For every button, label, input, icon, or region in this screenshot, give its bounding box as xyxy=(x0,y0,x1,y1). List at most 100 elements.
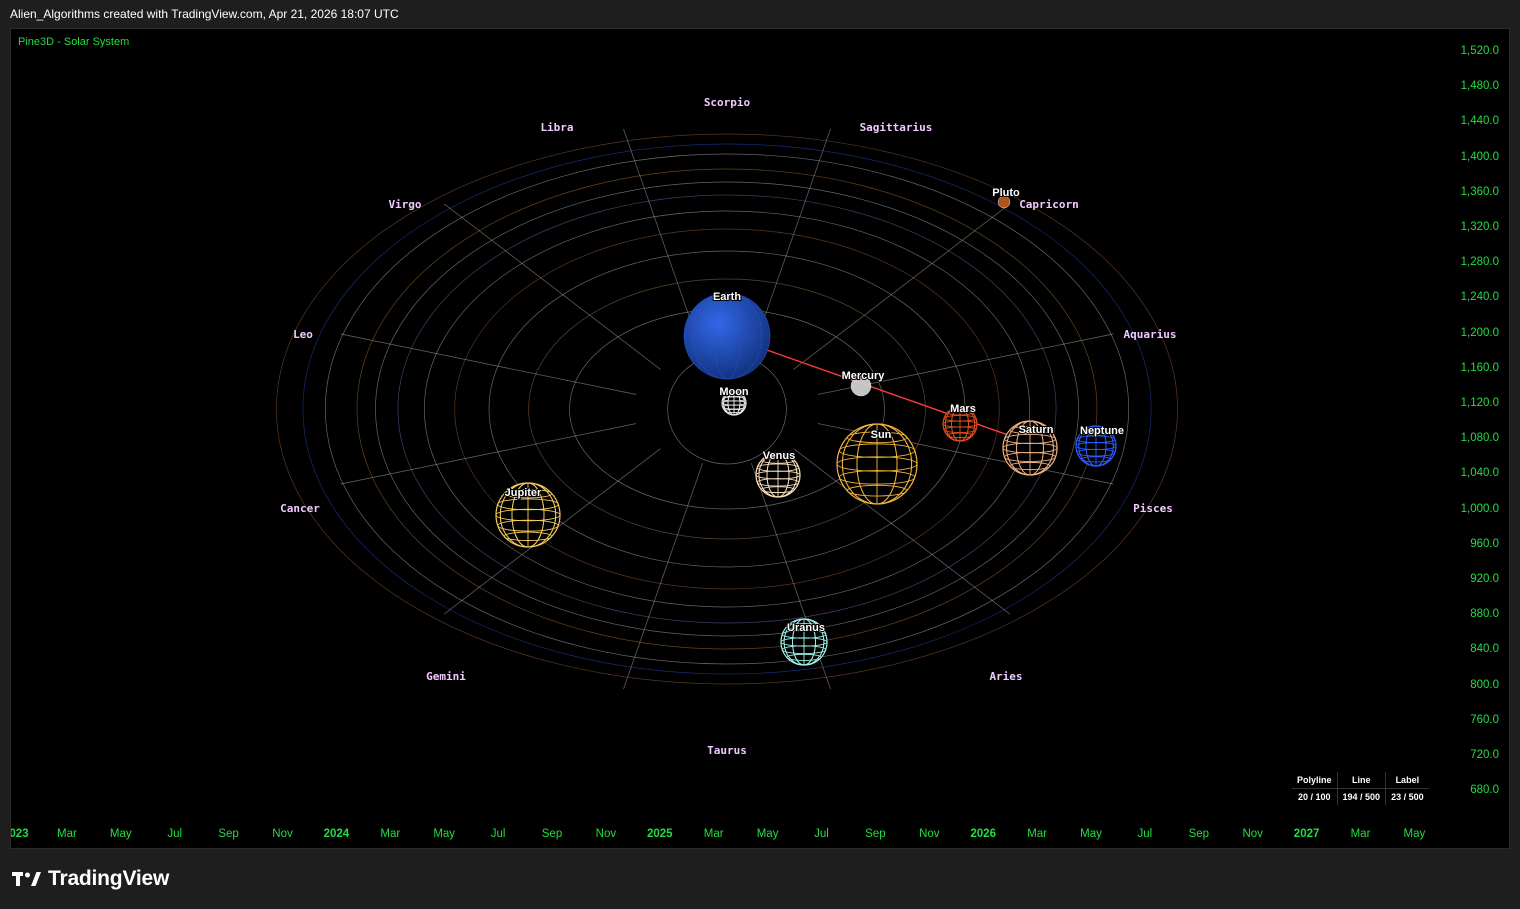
zodiac-label: Aries xyxy=(989,670,1022,683)
planet-body xyxy=(684,293,770,379)
planet-venus[interactable]: Venus xyxy=(755,449,801,498)
stats-header: Label xyxy=(1385,772,1429,789)
planet-label: Moon xyxy=(719,386,749,398)
zodiac-label: Leo xyxy=(293,328,313,341)
price-tick: 960.0 xyxy=(1470,537,1499,550)
price-tick: 880.0 xyxy=(1470,608,1499,621)
time-tick: Mar xyxy=(380,828,401,840)
price-tick: 1,280.0 xyxy=(1460,256,1499,269)
planet-pluto[interactable]: Pluto xyxy=(991,186,1021,209)
footer: TradingView xyxy=(0,849,1520,909)
planet-label: Earth xyxy=(713,291,741,303)
price-tick: 1,440.0 xyxy=(1460,115,1499,128)
snapshot-caption: Alien_Algorithms created with TradingVie… xyxy=(10,7,399,21)
zodiac-label: Pisces xyxy=(1133,502,1173,515)
zodiac-label: Taurus xyxy=(707,744,747,757)
stats-value: 23 / 500 xyxy=(1385,788,1429,805)
time-tick: 2024 xyxy=(323,828,350,840)
time-tick: Jul xyxy=(490,828,506,840)
planet-neptune[interactable]: Neptune xyxy=(1075,424,1125,467)
time-tick: Mar xyxy=(1027,828,1047,840)
time-tick: Nov xyxy=(595,828,617,840)
zodiac-label: Libra xyxy=(540,121,573,134)
zodiac-spoke xyxy=(340,333,637,395)
time-tick: Sep xyxy=(1188,828,1210,840)
stats-value: 194 / 500 xyxy=(1336,788,1386,805)
object-usage-table: Polyline Line Label 20 / 100 194 / 500 23 / … xyxy=(1292,772,1429,805)
planet-earth[interactable]: Earth xyxy=(683,290,771,380)
planet-moon[interactable]: Moon xyxy=(718,385,750,416)
time-tick: Nov xyxy=(272,828,293,840)
price-tick: 1,160.0 xyxy=(1460,361,1499,374)
zodiac-label: Sagittarius xyxy=(860,121,933,134)
tradingview-logo[interactable]: TradingView xyxy=(12,867,169,891)
price-tick: 1,320.0 xyxy=(1460,221,1499,233)
zodiac-spoke xyxy=(443,203,661,370)
time-tick: Jul xyxy=(1137,828,1153,840)
celestial-bodies: Earth Moon Mercury Mars Pluto Saturn Neptune Ve… xyxy=(495,186,1125,666)
time-tick: 2025 xyxy=(647,828,673,840)
zodiac-label: Gemini xyxy=(426,670,466,683)
time-tick: Sep xyxy=(865,828,886,840)
time-tick: May xyxy=(1080,828,1102,840)
time-tick: Mar xyxy=(703,828,724,840)
price-tick: 1,400.0 xyxy=(1460,150,1499,163)
time-tick: May xyxy=(433,828,456,840)
price-tick: 840.0 xyxy=(1470,643,1499,656)
price-axis[interactable]: 1,520.0 1,480.0 1,440.0 1,400.0 1,360.0 1,320… xyxy=(1427,29,1509,829)
zodiac-label: Capricorn xyxy=(1019,198,1079,211)
zodiac-label: Virgo xyxy=(388,198,421,211)
price-tick: 800.0 xyxy=(1470,678,1499,691)
price-tick: 1,120.0 xyxy=(1460,397,1499,409)
planet-saturn[interactable]: Saturn xyxy=(1002,420,1058,476)
time-tick: May xyxy=(1403,828,1426,840)
planet-uranus[interactable]: Uranus xyxy=(780,618,828,666)
zodiac-spoke xyxy=(340,423,637,485)
zodiac-label: Aquarius xyxy=(1124,328,1177,341)
planet-jupiter[interactable]: Jupiter xyxy=(495,482,561,548)
planet-label: Jupiter xyxy=(505,487,542,499)
planet-label: Neptune xyxy=(1080,425,1124,437)
price-tick: 1,520.0 xyxy=(1460,45,1499,57)
planet-label: Mars xyxy=(950,403,976,415)
price-tick: 1,040.0 xyxy=(1460,467,1499,480)
chart-pane[interactable]: Scorpio Libra Sagittarius Virgo Capricorn Leo… xyxy=(10,28,1510,849)
price-tick: 1,000.0 xyxy=(1460,502,1499,515)
planet-label: Pluto xyxy=(992,187,1020,199)
price-tick: 680.0 xyxy=(1470,784,1499,797)
time-tick: Sep xyxy=(218,828,239,840)
price-tick: 720.0 xyxy=(1470,749,1499,761)
time-tick: Mar xyxy=(56,828,77,840)
price-tick: 920.0 xyxy=(1470,573,1499,585)
planet-sun[interactable]: Sun xyxy=(836,423,918,505)
planet-label: Mercury xyxy=(842,370,886,382)
planet-label: Saturn xyxy=(1019,424,1054,436)
stats-header: Line xyxy=(1336,772,1386,789)
planet-label: Sun xyxy=(871,429,892,441)
time-tick: 023 xyxy=(10,828,29,840)
time-tick: Nov xyxy=(1242,828,1263,840)
indicator-title[interactable]: Pine3D - Solar System xyxy=(18,36,129,48)
price-tick: 760.0 xyxy=(1470,713,1499,726)
zodiac-spoke xyxy=(623,462,704,690)
time-tick: May xyxy=(756,828,779,840)
stats-header: Polyline xyxy=(1292,772,1338,789)
time-tick: Mar xyxy=(1350,828,1371,840)
planet-label: Uranus xyxy=(787,622,825,634)
time-tick: Nov xyxy=(919,828,940,840)
time-axis[interactable]: 023 Mar May Jul Sep Nov 2024 Mar May Jul Sep Nov 202… xyxy=(11,825,1429,847)
planet-label: Venus xyxy=(763,450,795,462)
planet-mars[interactable]: Mars xyxy=(942,402,978,442)
price-tick: 1,480.0 xyxy=(1460,80,1499,93)
price-tick: 1,080.0 xyxy=(1460,432,1499,445)
price-tick: 1,240.0 xyxy=(1460,291,1499,304)
time-tick: 2027 xyxy=(1293,828,1320,840)
tradingview-logo-icon xyxy=(12,872,41,886)
zodiac-label: Scorpio xyxy=(704,96,751,109)
time-tick: Sep xyxy=(541,828,563,840)
price-tick: 1,360.0 xyxy=(1460,185,1499,198)
time-tick: May xyxy=(109,828,132,840)
brand-name: TradingView xyxy=(48,867,170,890)
time-tick: 2026 xyxy=(970,828,996,840)
time-tick: Jul xyxy=(814,828,829,840)
